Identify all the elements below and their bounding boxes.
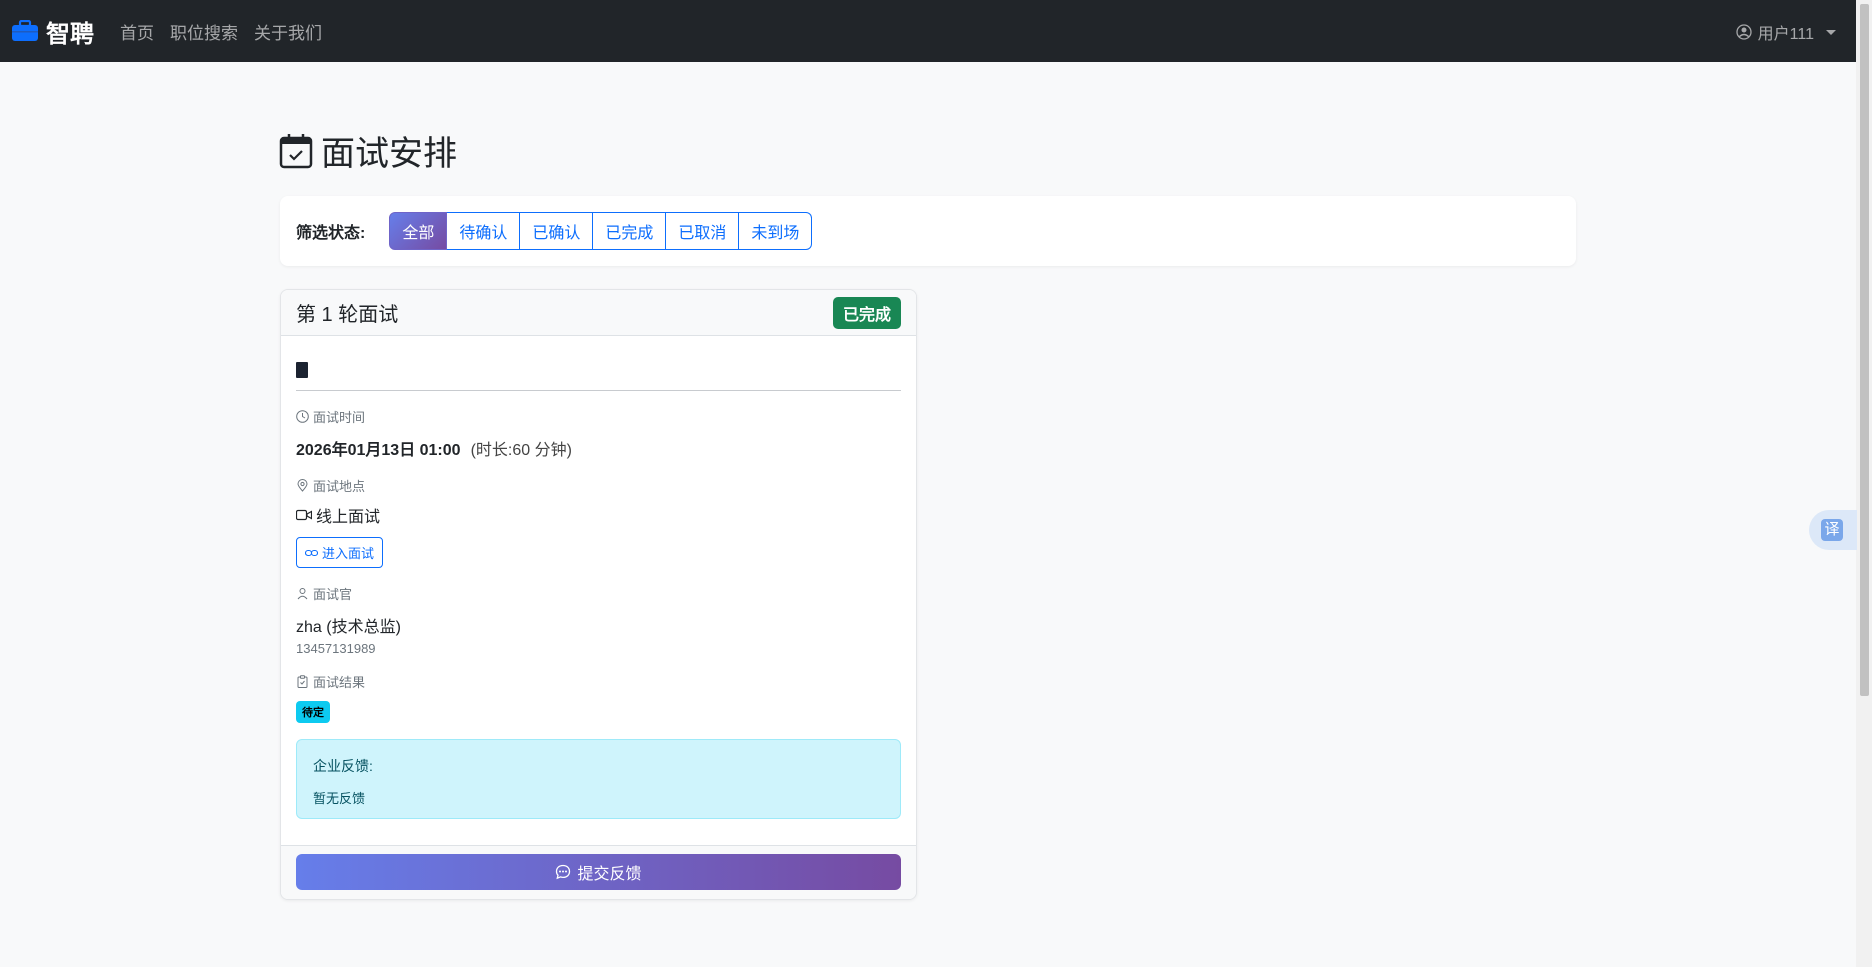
chat-dots-icon xyxy=(556,864,571,880)
user-circle-icon xyxy=(1736,24,1752,40)
status-badge: 已完成 xyxy=(832,296,901,329)
status-filter-group: 全部 待确认 已确认 已完成 已取消 未到场 xyxy=(389,212,813,250)
filter-completed-button[interactable]: 已完成 xyxy=(593,212,667,250)
video-camera-icon xyxy=(296,509,312,521)
feedback-alert: 企业反馈: 暂无反馈 xyxy=(296,739,901,819)
clipboard-check-icon xyxy=(297,675,308,688)
briefcase-icon xyxy=(12,20,38,41)
interview-time: 2026年01月13日 01:00 (时长:60 分钟) xyxy=(296,436,901,460)
person-icon xyxy=(297,588,308,600)
top-navbar: 智聘 首页 职位搜索 关于我们 用户111 xyxy=(0,0,1856,62)
filter-pending-button[interactable]: 待确认 xyxy=(447,212,521,250)
map-pin-icon xyxy=(297,479,308,492)
feedback-title: 企业反馈: xyxy=(313,758,373,774)
submit-feedback-button[interactable]: 提交反馈 xyxy=(296,854,901,890)
filter-cancelled-button[interactable]: 已取消 xyxy=(666,212,740,250)
interview-round: 第 1 轮面试 xyxy=(296,304,399,326)
translate-button[interactable]: 译 xyxy=(1809,510,1857,550)
brand-name: 智聘 xyxy=(46,20,94,48)
link-icon xyxy=(305,549,318,556)
interview-card: 第 1 轮面试 已完成 面试时间 2026年01月13日 01:00 (时长:60… xyxy=(280,289,917,900)
calendar-check-icon xyxy=(279,133,313,168)
interview-location: 线上面试 xyxy=(296,503,901,527)
filter-label: 筛选状态: xyxy=(296,225,366,242)
scrollbar-thumb[interactable] xyxy=(1860,4,1869,696)
location-section-label: 面试地点 xyxy=(296,476,901,495)
join-button-label: 进入面试 xyxy=(322,546,375,561)
time-value: 2026年01月13日 01:00 xyxy=(296,442,461,459)
nav-link-job-search[interactable]: 职位搜索 xyxy=(170,19,238,44)
interviewer-section-label: 面试官 xyxy=(296,584,901,603)
interviewer-label: 面试官 xyxy=(313,587,353,602)
filter-card: 筛选状态: 全部 待确认 已确认 已完成 已取消 未到场 xyxy=(280,196,1576,266)
user-name: 用户111 xyxy=(1757,26,1814,43)
time-label: 面试时间 xyxy=(313,410,366,425)
card-footer: 提交反馈 xyxy=(281,845,916,899)
duration: (时长:60 分钟) xyxy=(470,442,572,459)
translate-icon: 译 xyxy=(1821,519,1843,541)
location-label: 面试地点 xyxy=(313,479,366,494)
nav-link-home[interactable]: 首页 xyxy=(120,19,154,44)
divider xyxy=(296,390,901,391)
filter-no-show-button[interactable]: 未到场 xyxy=(739,212,813,250)
join-interview-button[interactable]: 进入面试 xyxy=(296,537,384,568)
interviewer-name: zha (技术总监) xyxy=(296,619,401,636)
card-header: 第 1 轮面试 已完成 xyxy=(281,290,916,336)
interviewer-phone: 13457131989 xyxy=(296,641,376,656)
result-section-label: 面试结果 xyxy=(296,672,901,691)
user-menu[interactable]: 用户111 xyxy=(1736,20,1836,44)
card-body: 面试时间 2026年01月13日 01:00 (时长:60 分钟) 面试地点 线上… xyxy=(281,362,916,819)
nav-link-about[interactable]: 关于我们 xyxy=(254,19,322,44)
company-logo xyxy=(296,362,308,378)
result-badge: 待定 xyxy=(296,701,330,723)
brand[interactable]: 智聘 xyxy=(12,14,94,49)
chevron-down-icon xyxy=(1826,29,1836,35)
feedback-text: 暂无反馈 xyxy=(313,791,366,806)
result-label: 面试结果 xyxy=(313,675,366,690)
clock-icon xyxy=(296,410,309,423)
time-section-label: 面试时间 xyxy=(296,407,901,426)
filter-confirmed-button[interactable]: 已确认 xyxy=(520,212,594,250)
location-value: 线上面试 xyxy=(316,509,381,526)
page-scrollbar[interactable] xyxy=(1856,0,1872,967)
submit-feedback-label: 提交反馈 xyxy=(577,866,642,883)
page-title: 面试安排 xyxy=(279,126,457,175)
filter-all-button[interactable]: 全部 xyxy=(389,212,448,250)
page-title-text: 面试安排 xyxy=(321,135,457,173)
